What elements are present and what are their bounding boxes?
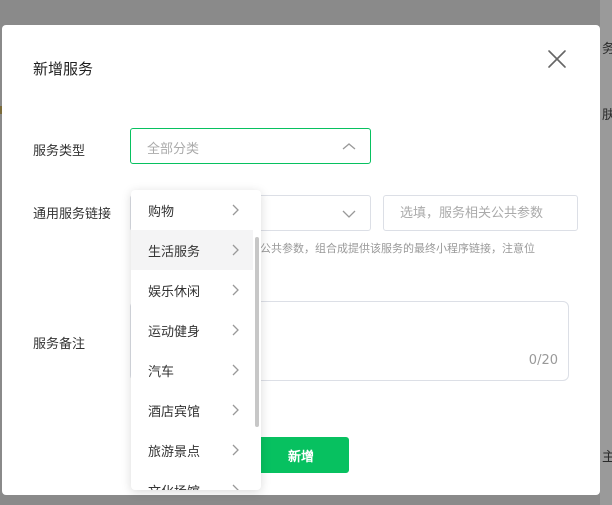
chevron-right-icon	[232, 204, 240, 216]
category-option-label: 酒店宾馆	[148, 405, 201, 420]
category-option[interactable]: 汽车	[131, 350, 253, 390]
dropdown-scrollbar[interactable]	[255, 237, 259, 427]
category-option[interactable]: 酒店宾馆	[131, 390, 253, 430]
category-option[interactable]: 娱乐休闲	[131, 270, 253, 310]
category-option-label: 旅游景点	[148, 445, 201, 460]
service-type-select[interactable]: 全部分类	[130, 128, 371, 164]
background-text-fragment: 务	[602, 42, 612, 57]
category-option[interactable]: 生活服务	[131, 230, 253, 270]
char-counter: 0/20	[528, 353, 558, 368]
service-type-placeholder: 全部分类	[147, 142, 200, 157]
backdrop	[600, 0, 612, 505]
category-option-label: 购物	[148, 205, 175, 220]
category-option[interactable]: 文化场馆	[131, 470, 253, 490]
chevron-right-icon	[232, 284, 240, 296]
chevron-up-icon	[342, 142, 356, 152]
chevron-right-icon	[232, 404, 240, 416]
service-link-hint: 公共参数，组合成提供该服务的最终小程序链接，注意位	[260, 242, 535, 255]
add-service-dialog: 新增服务 服务类型 全部分类 通用服务链接 公共参数，组合成提供该服务的最终小程…	[2, 25, 600, 495]
service-link-label: 通用服务链接	[33, 207, 112, 222]
service-note-label: 服务备注	[33, 337, 86, 352]
category-option[interactable]: 旅游景点	[131, 430, 253, 470]
close-icon	[548, 50, 566, 68]
category-option[interactable]: 运动健身	[131, 310, 253, 350]
chevron-right-icon	[232, 244, 240, 256]
chevron-right-icon	[232, 484, 240, 490]
category-option-label: 运动健身	[148, 325, 201, 340]
category-option-label: 娱乐休闲	[148, 285, 201, 300]
dialog-title: 新增服务	[33, 60, 94, 78]
chevron-right-icon	[232, 324, 240, 336]
service-param-field[interactable]	[384, 196, 577, 230]
category-option[interactable]: 购物	[131, 190, 253, 230]
category-dropdown: 购物 生活服务 娱乐休闲 运动健身 汽车 酒店宾馆 旅游景点 文化场馆	[131, 190, 261, 490]
background-text-fragment: 肤	[602, 108, 612, 123]
close-button[interactable]	[545, 47, 569, 71]
chevron-right-icon	[232, 364, 240, 376]
service-type-label: 服务类型	[33, 144, 86, 159]
service-param-input[interactable]	[383, 195, 578, 231]
background-text-fragment: 主	[602, 450, 612, 465]
chevron-right-icon	[232, 444, 240, 456]
category-option-label: 文化场馆	[148, 481, 200, 490]
submit-button[interactable]: 新增	[253, 437, 349, 473]
chevron-down-icon	[342, 209, 356, 219]
category-option-label: 生活服务	[148, 245, 201, 260]
category-option-label: 汽车	[148, 365, 175, 380]
